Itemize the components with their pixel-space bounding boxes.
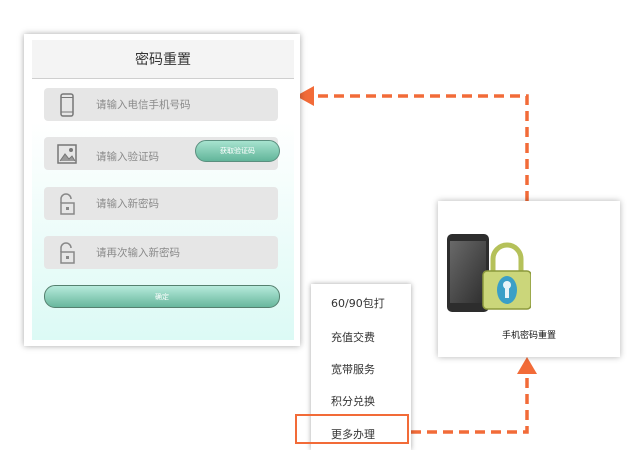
- unlock-icon: [60, 193, 75, 215]
- confirm-button[interactable]: 确定: [44, 285, 280, 308]
- password-reset-card: 密码重置 请输入电信手机号码 请输入验证码 获取验证码 请输入新密码 请再次输入…: [24, 34, 300, 346]
- phone-icon: [60, 93, 74, 117]
- get-code-button[interactable]: 获取验证码: [195, 140, 280, 162]
- menu-item-recharge[interactable]: 充值交费: [331, 329, 375, 345]
- phone-lock-icon: [447, 234, 531, 312]
- confirm-password-placeholder: 请再次输入新密码: [96, 247, 180, 259]
- arrow-head-up: [517, 357, 537, 374]
- phone-field[interactable]: 请输入电信手机号码: [44, 88, 278, 121]
- new-password-field[interactable]: 请输入新密码: [44, 187, 278, 220]
- page-title: 密码重置: [32, 40, 294, 79]
- confirm-password-field[interactable]: 请再次输入新密码: [44, 236, 278, 269]
- menu-highlight-box: [295, 414, 409, 444]
- menu-item-broadband[interactable]: 宽带服务: [331, 361, 375, 377]
- code-placeholder: 请输入验证码: [96, 151, 159, 163]
- image-icon: [57, 144, 77, 164]
- feature-card-label: 手机密码重置: [501, 331, 556, 341]
- phone-placeholder: 请输入电信手机号码: [96, 99, 191, 111]
- phone-password-reset-card[interactable]: 手机密码重置: [438, 201, 620, 357]
- menu-item-package[interactable]: 60/90包打: [331, 295, 385, 311]
- new-password-placeholder: 请输入新密码: [96, 198, 159, 210]
- arrow-menu-to-card: [411, 370, 529, 434]
- menu-item-points[interactable]: 积分兑换: [331, 393, 375, 409]
- arrow-card-to-form: [306, 94, 529, 201]
- unlock-icon: [60, 242, 75, 264]
